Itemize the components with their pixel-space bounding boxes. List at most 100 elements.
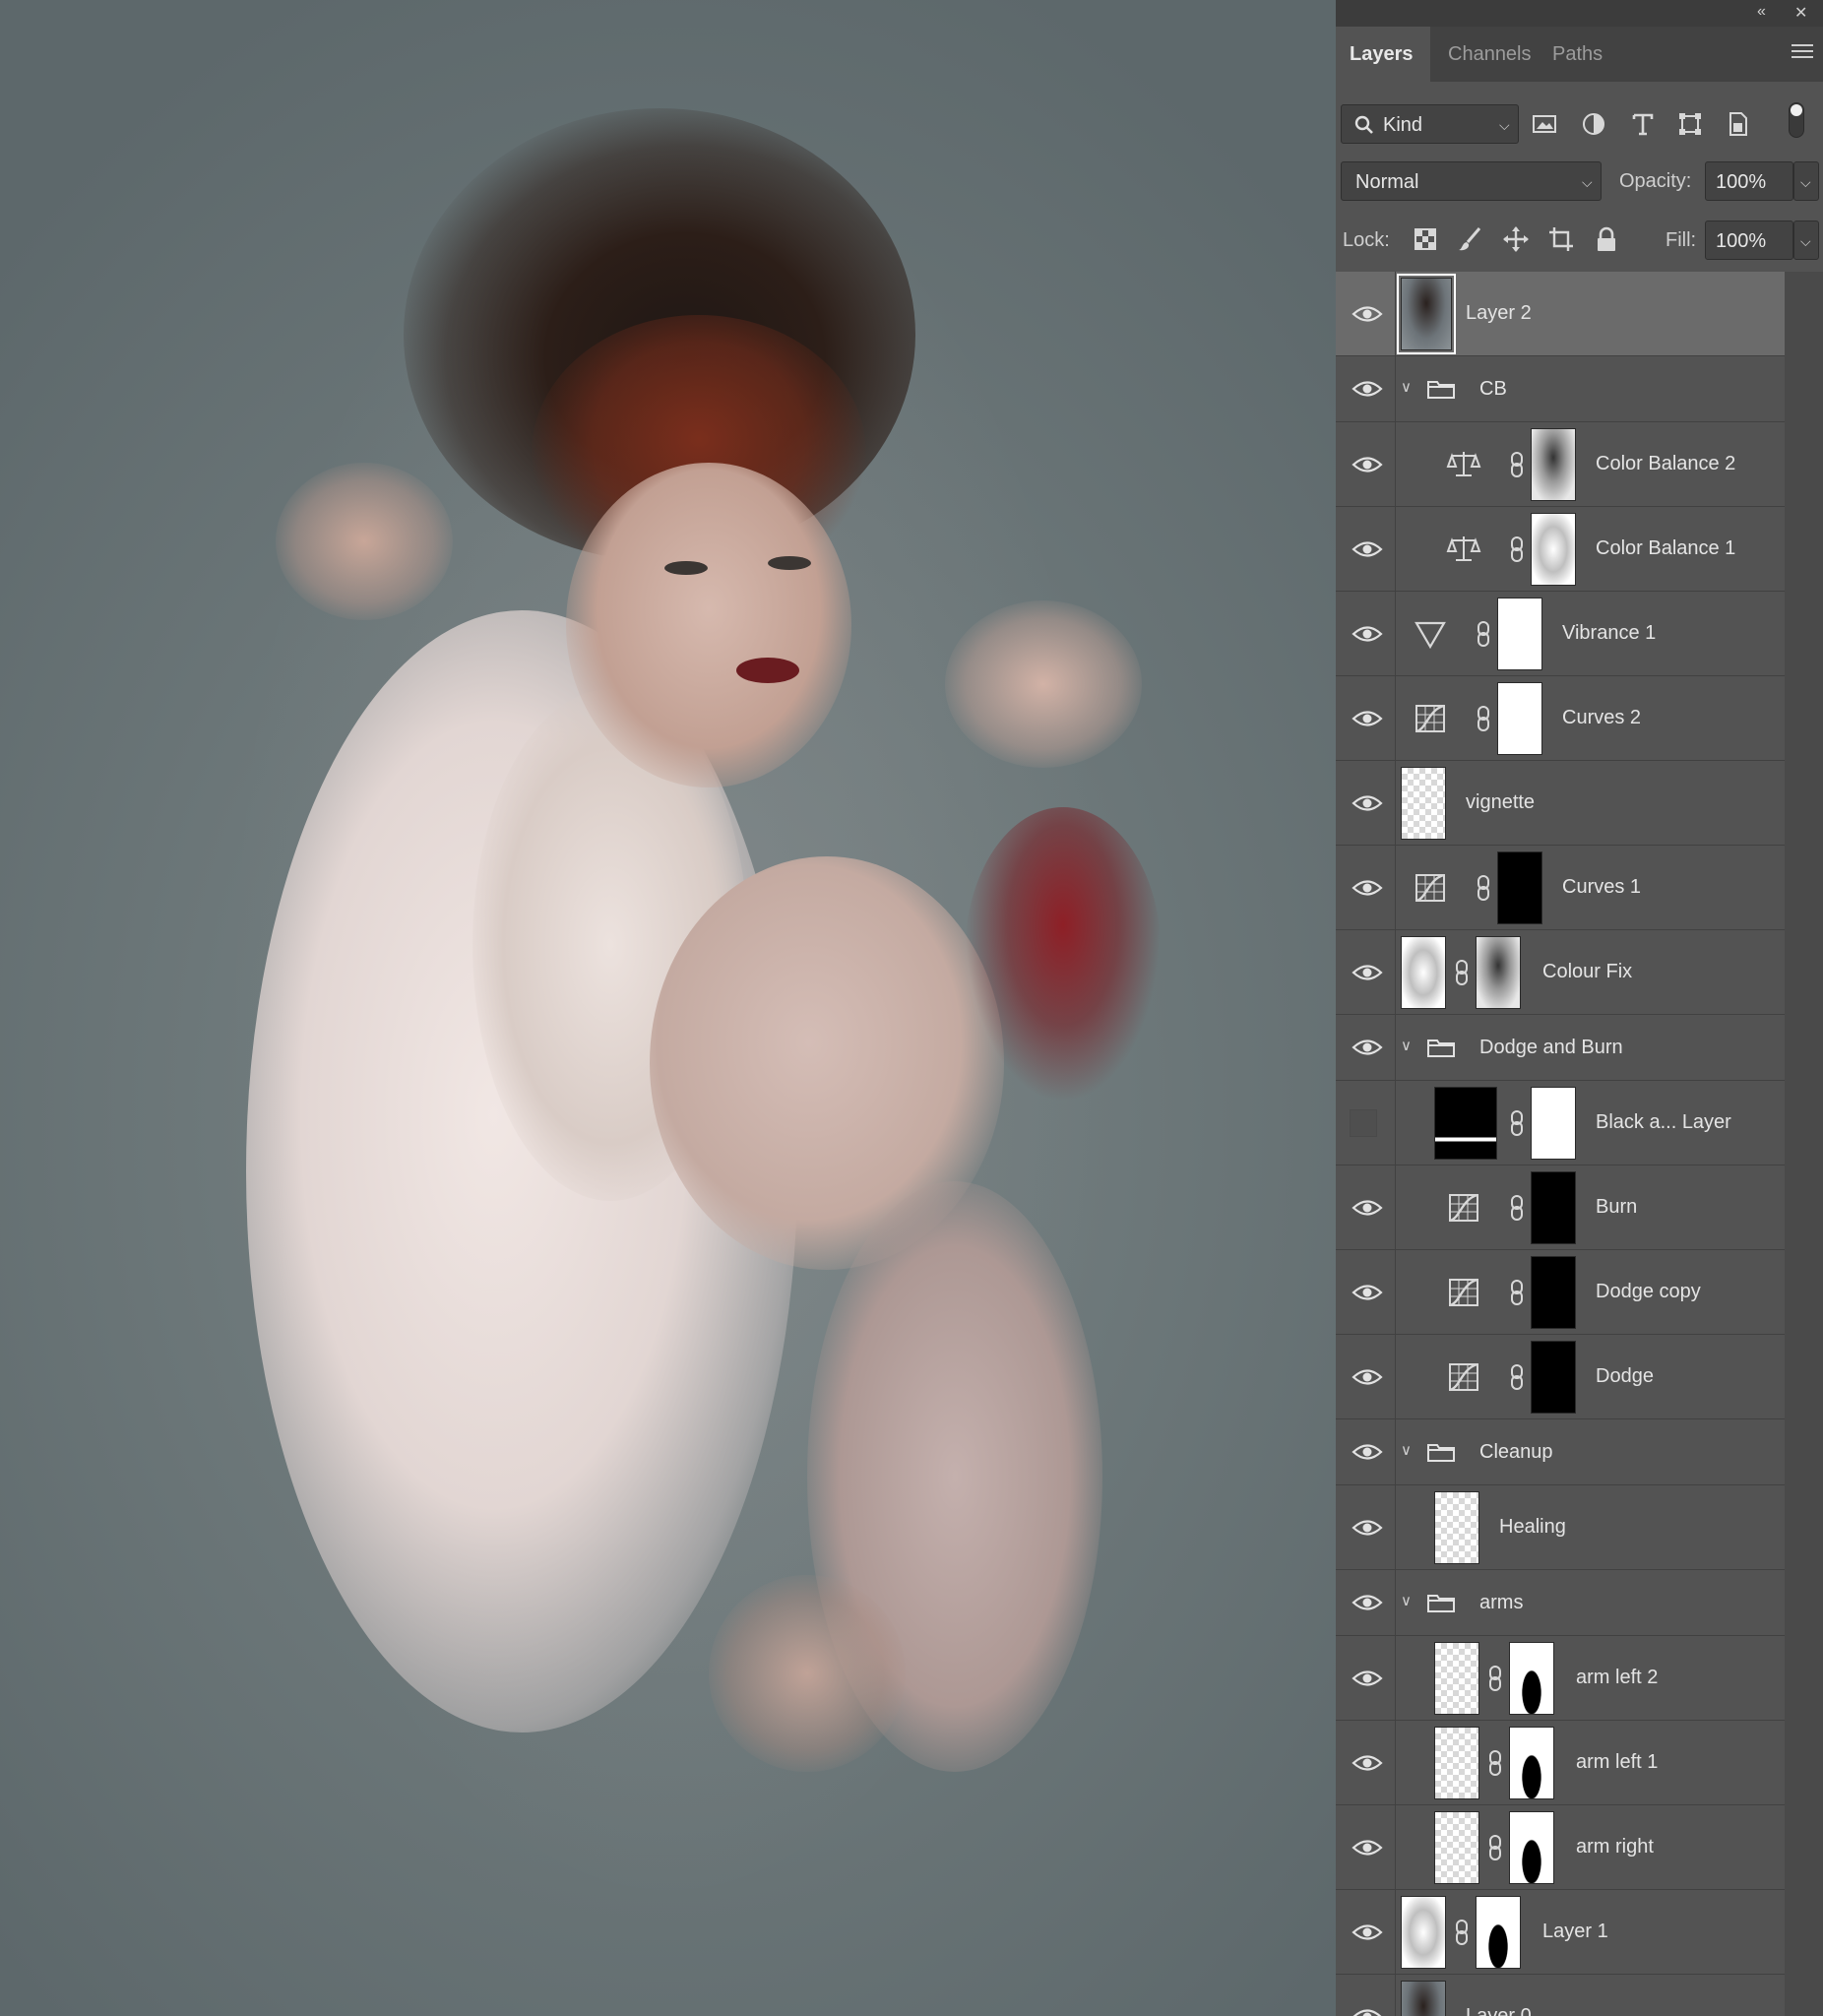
eye-icon[interactable] [1352, 1282, 1383, 1303]
layer-group-arms[interactable]: ∨ arms [1336, 1570, 1785, 1636]
layer-mask-thumbnail[interactable] [1531, 1087, 1576, 1160]
visibility-toggle-off[interactable] [1350, 1109, 1377, 1137]
tab-paths[interactable]: Paths [1539, 27, 1616, 82]
filter-toggle-switch[interactable] [1789, 102, 1804, 138]
opacity-dropdown[interactable]: ⌵ [1793, 161, 1819, 201]
chevron-down-icon[interactable]: ∨ [1401, 1441, 1412, 1459]
eye-icon[interactable] [1352, 962, 1383, 983]
smart-object-filter-icon[interactable] [1722, 108, 1753, 140]
layer-row-dodge[interactable]: Dodge [1336, 1335, 1785, 1419]
eye-icon[interactable] [1352, 1366, 1383, 1388]
chain-link-icon[interactable] [1476, 620, 1491, 648]
blend-mode-select[interactable]: Normal ⌵ [1341, 161, 1602, 201]
eye-icon[interactable] [1352, 623, 1383, 645]
chain-link-icon[interactable] [1454, 959, 1470, 986]
layer-mask-thumbnail[interactable] [1531, 428, 1576, 501]
tab-layers[interactable]: Layers [1336, 27, 1430, 82]
chain-link-icon[interactable] [1509, 451, 1525, 478]
eye-icon[interactable] [1352, 538, 1383, 560]
layer-row-arm-left-1[interactable]: arm left 1 [1336, 1721, 1785, 1805]
fill-input[interactable]: 100% [1705, 220, 1793, 260]
eye-icon[interactable] [1352, 1037, 1383, 1058]
layer-mask-thumbnail[interactable] [1531, 513, 1576, 586]
layer-mask-thumbnail[interactable] [1497, 598, 1542, 670]
tab-channels[interactable]: Channels [1434, 27, 1545, 82]
layer-row-healing[interactable]: Healing [1336, 1485, 1785, 1570]
layer-row-black-and-white[interactable]: Black a... Layer [1336, 1081, 1785, 1166]
chain-link-icon[interactable] [1509, 1279, 1525, 1306]
layer-mask-thumbnail[interactable] [1509, 1642, 1554, 1715]
lock-artboard-crop-icon[interactable] [1546, 224, 1576, 254]
layer-row-arm-right[interactable]: arm right [1336, 1805, 1785, 1890]
layer-mask-thumbnail[interactable] [1531, 1171, 1576, 1244]
layer-mask-thumbnail[interactable] [1476, 1896, 1521, 1969]
layer-row-layer-1[interactable]: Layer 1 [1336, 1890, 1785, 1975]
shape-filter-icon[interactable] [1674, 108, 1706, 140]
eye-icon[interactable] [1352, 378, 1383, 400]
layer-row-burn[interactable]: Burn [1336, 1166, 1785, 1250]
lock-transparent-pixels-icon[interactable] [1411, 224, 1440, 254]
eye-icon[interactable] [1352, 1668, 1383, 1689]
eye-icon[interactable] [1352, 1752, 1383, 1774]
eye-icon[interactable] [1352, 1197, 1383, 1219]
layer-mask-thumbnail[interactable] [1531, 1341, 1576, 1414]
document-canvas[interactable] [0, 0, 1336, 2016]
eye-icon[interactable] [1352, 1592, 1383, 1613]
layer-mask-thumbnail[interactable] [1497, 851, 1542, 924]
layer-row-curves-1[interactable]: Curves 1 [1336, 846, 1785, 930]
hamburger-menu-icon[interactable] [1792, 44, 1813, 62]
chain-link-icon[interactable] [1454, 1919, 1470, 1946]
double-chevron-left-icon[interactable]: « [1757, 3, 1766, 21]
layer-row-dodge-copy[interactable]: Dodge copy [1336, 1250, 1785, 1335]
chevron-down-icon[interactable]: ∨ [1401, 378, 1412, 396]
adjustment-filter-icon[interactable] [1578, 108, 1609, 140]
layer-mask-thumbnail[interactable] [1497, 682, 1542, 755]
layer-row-layer-0[interactable]: Layer 0 [1336, 1975, 1785, 2016]
eye-icon[interactable] [1352, 303, 1383, 325]
type-filter-icon[interactable] [1627, 108, 1659, 140]
chain-link-icon[interactable] [1487, 1749, 1503, 1777]
close-icon[interactable]: ✕ [1794, 3, 1807, 23]
layer-mask-thumbnail[interactable] [1509, 1811, 1554, 1884]
layer-group-dodge-and-burn[interactable]: ∨ Dodge and Burn [1336, 1015, 1785, 1081]
eye-icon[interactable] [1352, 792, 1383, 814]
chain-link-icon[interactable] [1487, 1834, 1503, 1861]
chain-link-icon[interactable] [1509, 1363, 1525, 1391]
layer-mask-thumbnail[interactable] [1476, 936, 1521, 1009]
layer-row-layer-2[interactable]: Layer 2 [1336, 272, 1785, 356]
layer-row-color-balance-1[interactable]: Color Balance 1 [1336, 507, 1785, 592]
layer-group-cleanup[interactable]: ∨ Cleanup [1336, 1419, 1785, 1485]
layer-row-colour-fix[interactable]: Colour Fix [1336, 930, 1785, 1015]
layer-row-vignette[interactable]: vignette [1336, 761, 1785, 846]
eye-icon[interactable] [1352, 708, 1383, 729]
layer-mask-thumbnail[interactable] [1531, 1256, 1576, 1329]
chain-link-icon[interactable] [1476, 705, 1491, 732]
image-filter-icon[interactable] [1529, 108, 1560, 140]
opacity-input[interactable]: 100% [1705, 161, 1793, 201]
filter-kind-select[interactable]: Kind ⌵ [1341, 104, 1519, 144]
chain-link-icon[interactable] [1476, 874, 1491, 902]
chevron-down-icon[interactable]: ∨ [1401, 1037, 1412, 1054]
lock-all-padlock-icon[interactable] [1592, 224, 1621, 254]
layer-row-vibrance-1[interactable]: Vibrance 1 [1336, 592, 1785, 676]
eye-icon[interactable] [1352, 877, 1383, 899]
eye-icon[interactable] [1352, 454, 1383, 475]
chain-link-icon[interactable] [1509, 1109, 1525, 1137]
layer-group-cb[interactable]: ∨ CB [1336, 356, 1785, 422]
layer-row-arm-left-2[interactable]: arm left 2 [1336, 1636, 1785, 1721]
eye-icon[interactable] [1352, 1837, 1383, 1858]
eye-icon[interactable] [1352, 1517, 1383, 1539]
chain-link-icon[interactable] [1509, 536, 1525, 563]
layer-mask-thumbnail[interactable] [1509, 1727, 1554, 1799]
lock-image-pixels-brush-icon[interactable] [1456, 224, 1485, 254]
eye-icon[interactable] [1352, 1922, 1383, 1943]
layer-row-curves-2[interactable]: Curves 2 [1336, 676, 1785, 761]
lock-position-move-icon[interactable] [1501, 224, 1531, 254]
eye-icon[interactable] [1352, 2006, 1383, 2016]
chain-link-icon[interactable] [1509, 1194, 1525, 1222]
fill-dropdown[interactable]: ⌵ [1793, 220, 1819, 260]
layer-row-color-balance-2[interactable]: Color Balance 2 [1336, 422, 1785, 507]
chain-link-icon[interactable] [1487, 1665, 1503, 1692]
eye-icon[interactable] [1352, 1441, 1383, 1463]
chevron-down-icon[interactable]: ∨ [1401, 1592, 1412, 1609]
